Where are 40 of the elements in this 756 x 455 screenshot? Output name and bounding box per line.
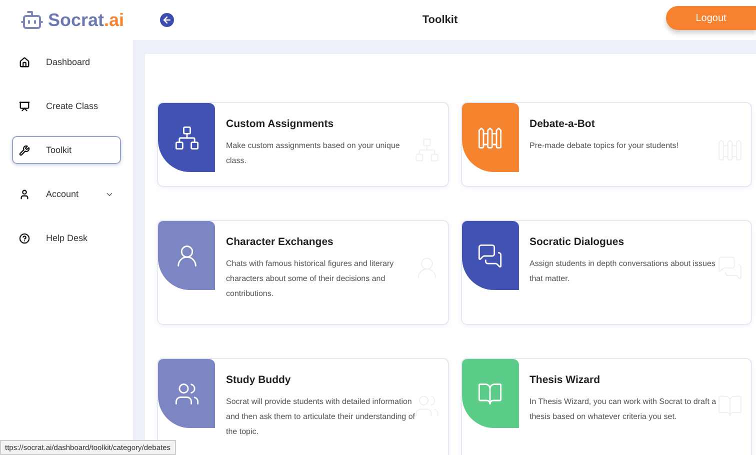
toolkit-card[interactable]: Custom Assignments Make custom assignments based on your unique class. [157,102,448,187]
sidebar-label: Toolkit [46,145,73,155]
card-title: Custom Assignments [226,118,335,130]
sidebar-label: Dashboard [46,57,92,67]
logo-wordmark: Socrat.ai [48,10,124,30]
people-icon [174,380,200,406]
user-icon [19,188,30,200]
network-icon [174,124,200,150]
sidebar-item[interactable]: Help Desk [12,224,121,252]
card-title: Thesis Wizard [530,374,602,386]
sidebar-item[interactable]: Account [12,180,121,208]
home-icon [19,56,30,68]
wrench-icon [19,144,30,156]
card-title: Socratic Dialogues [530,236,626,248]
fence-icon [477,124,503,150]
toolkit-card[interactable]: Debate-a-Bot Pre-made debate topics for your students! [460,102,752,187]
card-description: Socrat will provide students with detailed information and then ask them to articulate their understanding of the topic. [226,396,416,438]
card-description: Make custom assignments based on your unique class. [226,140,401,167]
card-title: Study Buddy [226,374,292,386]
presentation-board-icon [19,100,30,112]
card-description: Assign students in depth conversations about issues that matter. [530,258,716,285]
sidebar-item[interactable]: Dashboard [12,48,121,76]
card-description: Chats with famous historical figures and literary characters about some of their decisions and contributions. [226,258,395,300]
card-description: In Thesis Wizard, you can work with Socrat to draft a thesis based on whatever criteria you set. [530,396,718,423]
toolkit-card[interactable]: Character Exchanges Chats with famous historical figures and literary characters about some of their decisions and contributions. [157,220,448,325]
sidebar-item[interactable]: Toolkit [12,136,121,164]
card-title: Character Exchanges [226,236,334,248]
card-description: Pre-made debate topics for your students! [530,140,680,152]
sidebar-label: Help Desk [46,233,89,243]
help-icon [19,232,30,244]
toolkit-card[interactable]: Socratic Dialogues Assign students in depth conversations about issues that matter. [460,220,752,325]
page-title: Toolkit [421,14,459,26]
chat-bubbles-icon [477,242,503,268]
sidebar-label: Account [46,189,80,199]
sidebar-item[interactable]: Create Class [12,92,121,120]
card-title: Debate-a-Bot [530,118,596,130]
sidebar-label: Create Class [46,101,100,111]
book-icon [477,380,503,406]
toolkit-card[interactable]: Thesis Wizard In Thesis Wizard, you can work with Socrat to draft a thesis based on whatever criteria you set. [460,358,752,455]
robot-logo-icon [20,8,44,32]
